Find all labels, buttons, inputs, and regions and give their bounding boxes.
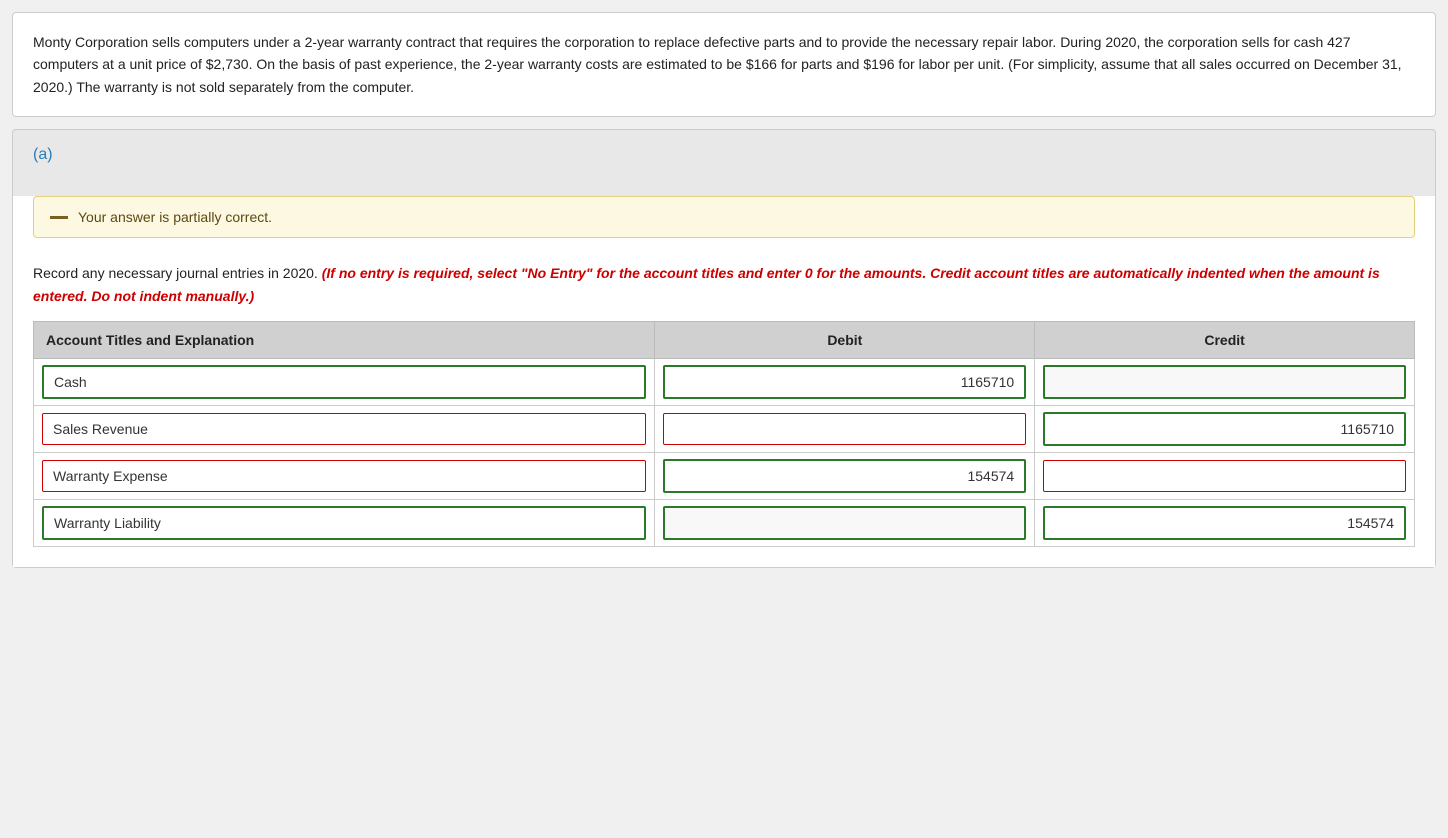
journal-table-wrapper: Account Titles and Explanation Debit Cre…: [13, 321, 1435, 567]
problem-statement: Monty Corporation sells computers under …: [12, 12, 1436, 117]
credit-input-0[interactable]: [1043, 365, 1406, 399]
debit-cell[interactable]: [655, 452, 1035, 499]
part-a-body: Your answer is partially correct. Record…: [13, 196, 1435, 567]
table-row: [34, 499, 1415, 546]
part-a-label: (a): [33, 146, 53, 163]
header-debit: Debit: [655, 321, 1035, 358]
account-input-3[interactable]: [42, 506, 646, 540]
problem-text: Monty Corporation sells computers under …: [33, 31, 1415, 98]
account-input-0[interactable]: [42, 365, 646, 399]
debit-input-3[interactable]: [663, 506, 1026, 540]
account-input-2[interactable]: [42, 460, 646, 492]
instructions: Record any necessary journal entries in …: [13, 254, 1435, 321]
account-cell[interactable]: [34, 405, 655, 452]
credit-input-3[interactable]: [1043, 506, 1406, 540]
account-cell[interactable]: [34, 358, 655, 405]
table-header-row: Account Titles and Explanation Debit Cre…: [34, 321, 1415, 358]
dash-icon: [50, 216, 68, 219]
journal-table-body: [34, 358, 1415, 546]
debit-input-0[interactable]: [663, 365, 1026, 399]
account-cell[interactable]: [34, 499, 655, 546]
part-a-header: (a): [13, 130, 1435, 180]
table-row: [34, 452, 1415, 499]
table-row: [34, 358, 1415, 405]
credit-cell[interactable]: [1035, 405, 1415, 452]
debit-cell[interactable]: [655, 499, 1035, 546]
credit-cell[interactable]: [1035, 358, 1415, 405]
account-input-1[interactable]: [42, 413, 646, 445]
credit-cell[interactable]: [1035, 452, 1415, 499]
debit-input-2[interactable]: [663, 459, 1026, 493]
table-row: [34, 405, 1415, 452]
debit-input-1[interactable]: [663, 413, 1026, 445]
banner-text: Your answer is partially correct.: [78, 209, 272, 225]
credit-input-1[interactable]: [1043, 412, 1406, 446]
partial-correct-banner: Your answer is partially correct.: [33, 196, 1415, 238]
journal-table: Account Titles and Explanation Debit Cre…: [33, 321, 1415, 547]
credit-input-2[interactable]: [1043, 460, 1406, 492]
debit-cell[interactable]: [655, 405, 1035, 452]
header-credit: Credit: [1035, 321, 1415, 358]
header-account: Account Titles and Explanation: [34, 321, 655, 358]
account-cell[interactable]: [34, 452, 655, 499]
debit-cell[interactable]: [655, 358, 1035, 405]
part-a-section: (a) Your answer is partially correct. Re…: [12, 129, 1436, 568]
credit-cell[interactable]: [1035, 499, 1415, 546]
page-wrapper: Monty Corporation sells computers under …: [0, 0, 1448, 838]
instructions-normal: Record any necessary journal entries in …: [33, 265, 318, 281]
